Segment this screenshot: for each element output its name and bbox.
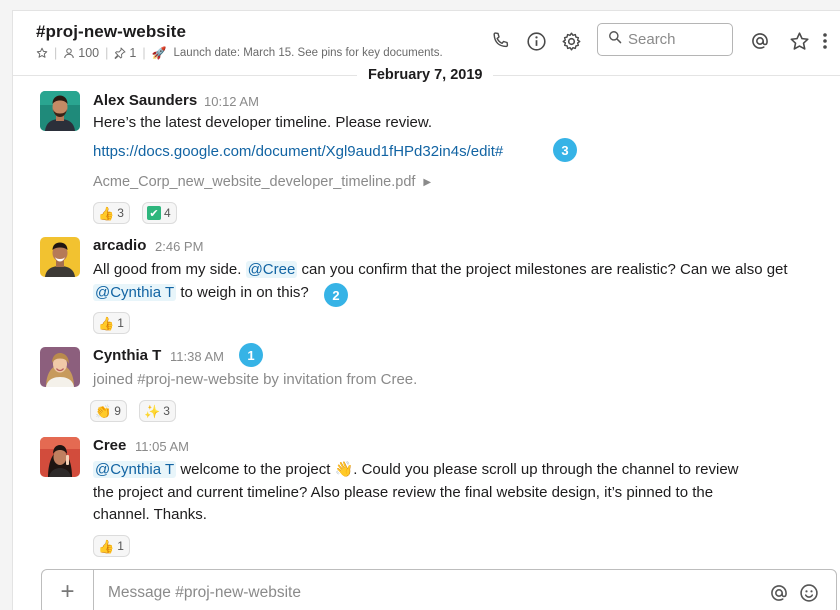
message-timestamp[interactable]: 10:12 AM <box>204 94 259 109</box>
user-mention[interactable]: @Cynthia T <box>93 461 177 478</box>
message-text: All good from my side. <box>93 261 242 278</box>
message-sender[interactable]: arcadio <box>93 237 146 254</box>
search-input[interactable] <box>628 31 724 48</box>
message-timestamp[interactable]: 2:46 PM <box>155 239 203 254</box>
reaction-count: 3 <box>163 404 170 418</box>
message-text: can you confirm that the project milesto… <box>301 261 788 278</box>
system-message-text: joined #proj-new-website by invitation f… <box>93 371 418 388</box>
avatar[interactable] <box>40 91 80 131</box>
annotation-badge: 2 <box>324 283 348 307</box>
gear-icon[interactable] <box>560 30 582 52</box>
avatar[interactable] <box>40 347 80 387</box>
message-text-line-3: channel. Thanks. <box>93 506 207 523</box>
star-icon[interactable] <box>788 30 810 52</box>
file-name[interactable]: Acme_Corp_new_website_developer_timeline… <box>93 174 415 190</box>
pins-count[interactable]: 1 <box>129 46 136 60</box>
reaction-count: 1 <box>117 539 124 553</box>
reaction-count: 1 <box>117 316 124 330</box>
reaction-thumbs-up[interactable]: 👍 1 <box>93 312 130 334</box>
thumbs-up-icon: 👍 <box>98 205 115 221</box>
search-box[interactable] <box>597 23 733 56</box>
annotation-badge: 3 <box>553 138 577 162</box>
slack-channel-window: #proj-new-website | 100 | 1 | 🚀 Launch d… <box>12 10 840 610</box>
message-timestamp[interactable]: 11:38 AM <box>170 349 224 364</box>
channel-name[interactable]: #proj-new-website <box>36 22 186 42</box>
avatar[interactable] <box>40 437 80 477</box>
message-input[interactable] <box>108 582 668 604</box>
message-timestamp[interactable]: 11:05 AM <box>135 439 189 454</box>
members-count[interactable]: 100 <box>78 46 99 60</box>
reaction-count: 9 <box>114 404 121 418</box>
meta-separator: | <box>142 46 146 60</box>
waving-hand-icon: 👋 <box>334 461 354 478</box>
message-sender[interactable]: Cynthia T <box>93 347 161 364</box>
thumbs-up-icon: 👍 <box>98 538 115 554</box>
annotation-badge: 1 <box>239 343 263 367</box>
emoji-icon[interactable] <box>798 582 820 604</box>
check-mark-icon: ✔ <box>147 206 161 220</box>
date-divider[interactable]: February 7, 2019 <box>357 64 494 86</box>
reaction-thumbs-up[interactable]: 👍 1 <box>93 535 130 557</box>
message-text: Here’s the latest developer timeline. Pl… <box>93 114 433 131</box>
reaction-count: 3 <box>117 206 124 220</box>
more-vertical-icon[interactable] <box>819 30 831 52</box>
file-attachment[interactable]: Acme_Corp_new_website_developer_timeline… <box>93 174 431 190</box>
reaction-thumbs-up[interactable]: 👍 3 <box>93 202 130 224</box>
message-text: welcome to the project <box>180 461 331 478</box>
expand-caret-icon[interactable]: ▶ <box>423 177 431 188</box>
message-text: to weigh in on this? <box>180 284 309 301</box>
user-mention[interactable]: @Cree <box>245 261 298 278</box>
message-link-row: https://docs.google.com/document/Xgl9aud… <box>93 141 503 163</box>
reaction-sparkles[interactable]: ✨ 3 <box>139 400 176 422</box>
message-sender[interactable]: Cree <box>93 437 126 454</box>
rocket-icon: 🚀 <box>151 46 167 60</box>
members-icon[interactable] <box>63 47 75 59</box>
avatar[interactable] <box>40 237 80 277</box>
reaction-clap[interactable]: 👏 9 <box>90 400 127 422</box>
message-text-line-2: the project and current timeline? Also p… <box>93 484 714 501</box>
document-link[interactable]: https://docs.google.com/document/Xgl9aud… <box>93 143 503 160</box>
message-text: . Could you please scroll up through the… <box>353 461 739 478</box>
channel-topic[interactable]: Launch date: March 15. See pins for key … <box>174 47 443 59</box>
reaction-count: 4 <box>164 206 171 220</box>
clapping-hands-icon: 👏 <box>95 403 112 419</box>
message-sender[interactable]: Alex Saunders <box>93 92 197 109</box>
phone-icon[interactable] <box>489 30 511 52</box>
star-outline-icon[interactable] <box>36 47 48 59</box>
message-text-line-2: @Cynthia T to weigh in on this? <box>93 282 309 304</box>
reaction-check[interactable]: ✔ 4 <box>142 202 177 224</box>
pin-icon[interactable] <box>114 47 126 59</box>
thumbs-up-icon: 👍 <box>98 315 115 331</box>
info-icon[interactable] <box>525 30 547 52</box>
at-icon[interactable] <box>768 582 790 604</box>
message-text-line-1: All good from my side. @Cree can you con… <box>93 259 788 281</box>
meta-separator: | <box>105 46 109 60</box>
message-composer: + <box>41 569 837 610</box>
user-mention[interactable]: @Cynthia T <box>93 284 177 301</box>
at-icon[interactable] <box>749 30 771 52</box>
channel-meta: | 100 | 1 | 🚀 Launch date: March 15. See… <box>36 45 443 61</box>
message-text-line-1: @Cynthia T welcome to the project 👋. Cou… <box>93 459 739 481</box>
sparkles-icon: ✨ <box>144 403 161 419</box>
meta-separator: | <box>54 46 58 60</box>
search-icon <box>608 30 622 49</box>
plus-icon[interactable]: + <box>42 570 94 610</box>
